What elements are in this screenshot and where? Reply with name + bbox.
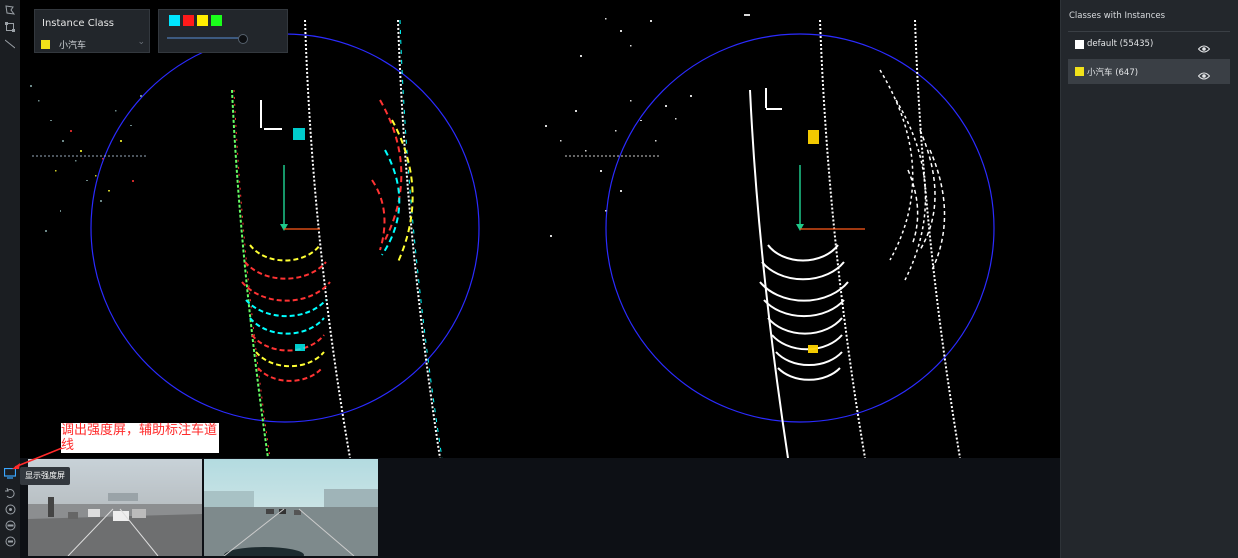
class-color-swatch [1075,40,1084,49]
classes-panel-title: Classes with Instances [1069,11,1166,21]
class-label: 小汽车 (647) [1087,68,1139,78]
intensity-screen-tooltip: 显示强度屏 [20,467,70,485]
point-cloud-viewport[interactable]: Instance Class 小汽车 ⌄ [20,0,1060,458]
color-palette-panel [158,9,288,53]
point-size-slider[interactable] [167,34,248,44]
chevron-down-icon: ⌄ [137,37,145,47]
camera-thumbnail-rear[interactable] [204,459,378,556]
select-polygon-icon[interactable] [3,5,17,17]
class-color-swatch [1075,67,1084,76]
intensity-colored-view [30,19,480,458]
instance-class-title: Instance Class [42,18,115,29]
color-green-button[interactable] [211,15,222,26]
classes-panel: Classes with Instances default (55435) 小… [1060,0,1238,558]
eye-icon[interactable] [1197,66,1211,80]
view-270-icon[interactable] [3,520,17,532]
color-yellow-button[interactable] [197,15,208,26]
color-red-button[interactable] [183,15,194,26]
class-label: default (55435) [1087,39,1154,49]
left-toolbar [0,0,21,558]
intensity-white-view [545,14,995,458]
eye-icon[interactable] [1197,39,1211,53]
instance-class-panel: Instance Class 小汽车 ⌄ [34,9,150,53]
line-tool-icon[interactable] [3,39,17,51]
bounding-box-icon[interactable] [3,22,17,34]
class-row-car[interactable]: 小汽车 (647) [1068,59,1230,84]
instance-class-select[interactable]: 小汽车 ⌄ [41,37,145,51]
reset-view-icon[interactable] [3,504,17,516]
rotate-icon[interactable] [3,487,17,500]
class-row-default[interactable]: default (55435) [1068,31,1230,56]
selected-class-label: 小汽车 [59,41,87,51]
intensity-screen-icon[interactable] [3,467,17,480]
camera-strip [20,458,1060,558]
annotation-note: 调出强度屏，辅助标注车道线 [61,423,219,453]
class-color-swatch [41,40,50,49]
point-cloud-canvas[interactable] [20,0,1060,458]
slider-handle[interactable] [238,34,248,44]
view-180-icon[interactable] [3,536,17,548]
color-cyan-button[interactable] [169,15,180,26]
car-instance [808,130,819,353]
